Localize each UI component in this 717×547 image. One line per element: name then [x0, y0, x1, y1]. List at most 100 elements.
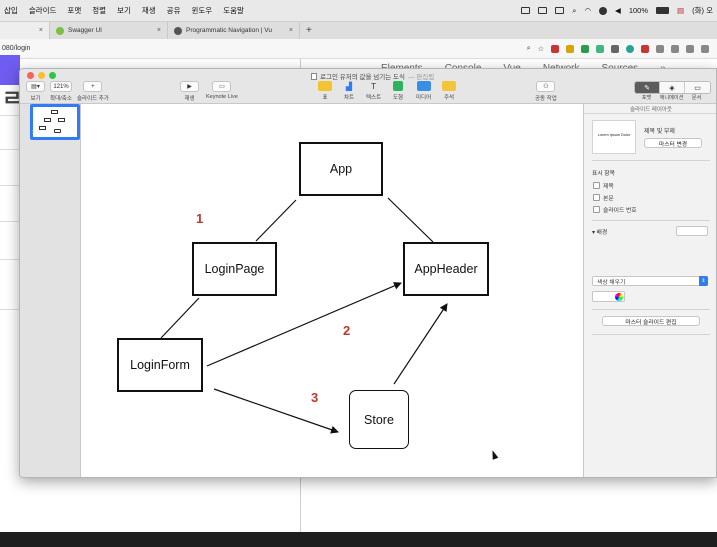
extension-icon[interactable] [551, 44, 559, 53]
extension-icon[interactable] [641, 44, 649, 53]
master-slide-thumbnail[interactable]: Lorem Ipsum Dolor [592, 120, 636, 154]
show-section-label: 표시 항목 [592, 171, 615, 177]
add-slide-button[interactable]: + 슬라이드 추가 [77, 81, 109, 102]
background-section[interactable]: ▾ 배경 [592, 227, 607, 236]
fill-type-select[interactable]: 색상 채우기 ⇕ [592, 276, 708, 286]
disclosure-triangle-icon[interactable]: ▾ [592, 230, 595, 236]
flag-icon[interactable]: ▤ [677, 6, 684, 15]
tab-login[interactable]: × [0, 22, 50, 39]
animate-icon[interactable]: ◈ [660, 82, 685, 93]
menu-share[interactable]: 공유 [167, 5, 181, 16]
keynote-live-label: Keynote Live [206, 94, 238, 100]
step-number-1[interactable]: 1 [196, 211, 203, 226]
shape-button[interactable]: 도형 [393, 81, 403, 101]
extension-icon[interactable] [626, 44, 634, 53]
slide-number-checkbox[interactable]: 슬라이드 번호 [593, 205, 637, 214]
menu-slide[interactable]: 슬라이드 [29, 5, 57, 16]
window-icon[interactable] [555, 7, 565, 14]
menu-view[interactable]: 보기 [117, 5, 131, 16]
menu-format[interactable]: 포맷 [67, 5, 81, 16]
loginform-box[interactable]: LoginForm [117, 338, 203, 392]
connector-app-appheader[interactable] [387, 197, 434, 243]
arrow-loginform-store[interactable] [213, 388, 339, 434]
color-wheel-icon[interactable] [615, 293, 623, 301]
connector-loginpage-loginform[interactable] [160, 297, 200, 339]
app-box[interactable]: App [299, 142, 383, 196]
slide-thumbnail-selected[interactable]: 1 [30, 104, 80, 140]
checkbox-box[interactable] [593, 206, 600, 213]
zoom-icon[interactable]: ⌕ [527, 45, 531, 53]
chart-button[interactable]: ▟ 차트 [342, 81, 356, 102]
checkbox-box[interactable] [593, 182, 600, 189]
menu-play[interactable]: 재생 [142, 5, 156, 16]
format-icon[interactable]: ✎ [635, 82, 660, 93]
vue-devtools-icon[interactable] [596, 44, 604, 53]
comment-button[interactable]: 주석 [442, 81, 456, 101]
document-icon[interactable]: ▭ [685, 82, 710, 93]
step-number-2[interactable]: 2 [343, 323, 350, 338]
title-checkbox[interactable]: 제목 [593, 181, 614, 190]
table-button[interactable]: 표 [318, 81, 332, 101]
color-well[interactable] [592, 291, 625, 302]
wifi-icon[interactable]: ◠ [585, 6, 592, 15]
arrow-store-appheader[interactable] [393, 303, 448, 385]
media-button[interactable]: 미디어 [416, 81, 431, 101]
store-box[interactable]: Store [349, 390, 409, 449]
body-checkbox[interactable]: 본문 [593, 193, 614, 202]
tab-swagger[interactable]: Swagger UI × [50, 22, 168, 39]
extension-icon[interactable] [581, 44, 589, 53]
battery-icon[interactable] [656, 7, 670, 14]
connector-app-loginpage[interactable] [255, 199, 297, 242]
background-label: 배경 [596, 230, 608, 236]
volume-icon[interactable]: ◀ [615, 6, 621, 15]
page-divider [0, 149, 20, 150]
close-icon[interactable]: × [157, 27, 161, 34]
search-icon[interactable]: ⌕ [572, 6, 576, 16]
zoom-window-button[interactable] [49, 72, 56, 79]
view-button[interactable]: ▤▾ 보기 [26, 81, 45, 102]
keynote-live-button[interactable]: ▭ Keynote Live [206, 81, 238, 100]
format-tab-label[interactable]: 포맷 [634, 94, 659, 101]
close-icon[interactable]: × [289, 27, 293, 34]
url-text[interactable]: 080/login [2, 45, 30, 52]
close-icon[interactable]: × [39, 27, 43, 34]
extension-icon[interactable] [656, 44, 664, 53]
menu-help[interactable]: 도움말 [223, 5, 244, 16]
extension-icon[interactable] [701, 44, 709, 53]
loginpage-box[interactable]: LoginPage [192, 242, 277, 296]
display-icon[interactable] [538, 7, 548, 14]
document-tab-label[interactable]: 문서 [684, 94, 709, 101]
extension-icon[interactable] [566, 44, 574, 53]
zoom-dropdown[interactable]: 121% 확대/축소 [50, 81, 72, 102]
swagger-icon [56, 26, 64, 35]
text-button[interactable]: T 텍스트 [366, 81, 381, 102]
appheader-box[interactable]: AppHeader [403, 242, 489, 296]
zoom-value: 121% [50, 81, 72, 92]
collaborate-button[interactable]: ⚇ 공동 작업 [535, 81, 557, 102]
tab-vue-router[interactable]: Programmatic Navigation | Vu × [168, 22, 300, 39]
address-bar[interactable]: 080/login ⌕ ☆ [0, 39, 717, 59]
screen-record-icon[interactable] [521, 7, 531, 14]
extension-icon[interactable] [686, 44, 694, 53]
step-number-3[interactable]: 3 [311, 390, 318, 405]
table-label: 표 [322, 95, 328, 101]
chevron-updown-icon[interactable]: ⇕ [699, 276, 708, 286]
play-button[interactable]: ▶ 재생 [180, 81, 199, 102]
change-master-button[interactable]: 마스터 변경 [644, 138, 702, 148]
minimize-window-button[interactable] [38, 72, 45, 79]
star-icon[interactable]: ☆ [538, 45, 544, 53]
menu-arrange[interactable]: 정렬 [92, 5, 106, 16]
animate-tab-label[interactable]: 애니메이션 [659, 94, 684, 101]
clock-text[interactable]: (화) 오 [692, 5, 713, 16]
menu-window[interactable]: 윈도우 [191, 5, 212, 16]
slide-canvas[interactable]: App LoginPage AppHeader LoginForm Store … [81, 104, 583, 477]
background-field[interactable] [676, 226, 708, 236]
user-icon[interactable] [599, 6, 608, 15]
checkbox-box[interactable] [593, 194, 600, 201]
extension-icon[interactable] [611, 44, 619, 53]
edit-master-slide-button[interactable]: 마스터 슬라이드 편집 [602, 316, 700, 326]
new-tab-button[interactable]: + [306, 25, 312, 36]
extension-icon[interactable] [671, 44, 679, 53]
close-window-button[interactable] [27, 72, 34, 79]
menu-insert[interactable]: 삽입 [4, 5, 18, 16]
